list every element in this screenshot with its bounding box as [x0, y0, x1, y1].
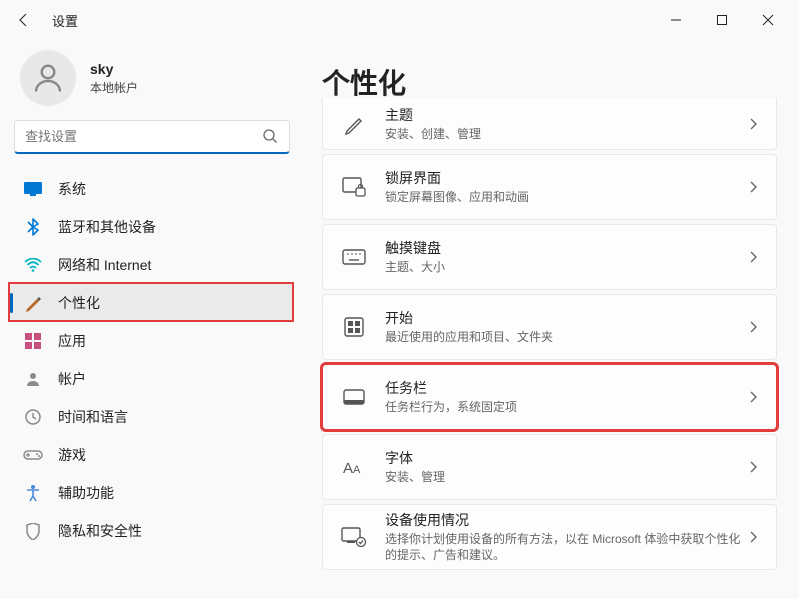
card-description: 锁定屏幕图像、应用和动画 [385, 190, 748, 206]
titlebar: 设置 [0, 0, 799, 40]
settings-card-taskbar[interactable]: 任务栏 任务栏行为，系统固定项 [322, 364, 777, 430]
system-icon [22, 178, 44, 200]
taskbar-icon [341, 384, 367, 410]
account-type: 本地帐户 [90, 79, 138, 96]
privacy-icon [22, 520, 44, 542]
personalize-icon [22, 292, 44, 314]
settings-card-lock[interactable]: 锁屏界面 锁定屏幕图像、应用和动画 [322, 154, 777, 220]
window-title: 设置 [52, 11, 78, 30]
gaming-icon [22, 444, 44, 466]
card-description: 选择你计划使用设备的所有方法，以在 Microsoft 体验中获取个性化的提示、… [385, 532, 748, 563]
sidebar-item-system[interactable]: 系统 [10, 170, 294, 208]
sidebar-item-privacy[interactable]: 隐私和安全性 [10, 512, 294, 550]
sidebar: sky 本地帐户 系统蓝牙和其他设备网络和 Internet 个性化应用帐户时间和… [0, 40, 300, 599]
font-icon: AA [341, 454, 367, 480]
time-icon [22, 406, 44, 428]
chevron-right-icon [748, 180, 758, 194]
card-title: 设备使用情况 [385, 510, 748, 530]
card-description: 最近使用的应用和项目、文件夹 [385, 330, 748, 346]
chevron-right-icon [748, 320, 758, 334]
chevron-right-icon [748, 530, 758, 544]
chevron-right-icon [748, 460, 758, 474]
card-title: 任务栏 [385, 378, 748, 398]
search-icon [262, 128, 278, 144]
close-button[interactable] [745, 4, 791, 36]
bluetooth-icon [22, 216, 44, 238]
account-block[interactable]: sky 本地帐户 [4, 40, 300, 120]
account-name: sky [90, 61, 138, 77]
avatar [20, 50, 76, 106]
sidebar-item-label: 系统 [58, 179, 86, 199]
maximize-button[interactable] [699, 4, 745, 36]
accessibility-icon [22, 482, 44, 504]
chevron-right-icon [748, 117, 758, 131]
usage-icon [341, 524, 367, 550]
card-description: 安装、管理 [385, 470, 748, 486]
search-input[interactable] [14, 120, 290, 154]
back-button[interactable] [8, 4, 40, 36]
start-icon [341, 314, 367, 340]
sidebar-item-label: 时间和语言 [58, 407, 128, 427]
sidebar-item-time[interactable]: 时间和语言 [10, 398, 294, 436]
main-content: 个性化 主题 安装、创建、管理 锁屏界面 锁定屏幕图像、应用和动画 触摸键盘 主… [300, 40, 799, 599]
sidebar-item-label: 应用 [58, 331, 86, 351]
apps-icon [22, 330, 44, 352]
sidebar-item-label: 蓝牙和其他设备 [58, 217, 156, 237]
chevron-right-icon [748, 390, 758, 404]
settings-card-list: 主题 安装、创建、管理 锁屏界面 锁定屏幕图像、应用和动画 触摸键盘 主题、大小… [322, 110, 777, 570]
nav-list: 系统蓝牙和其他设备网络和 Internet 个性化应用帐户时间和语言游戏辅助功能隐… [4, 164, 300, 556]
sidebar-item-label: 隐私和安全性 [58, 521, 142, 541]
network-icon [22, 254, 44, 276]
card-title: 主题 [385, 105, 748, 125]
card-description: 任务栏行为，系统固定项 [385, 400, 748, 416]
settings-card-start[interactable]: 开始 最近使用的应用和项目、文件夹 [322, 294, 777, 360]
sidebar-item-label: 游戏 [58, 445, 86, 465]
sidebar-item-label: 网络和 Internet [58, 255, 151, 275]
settings-card-usage[interactable]: 设备使用情况 选择你计划使用设备的所有方法，以在 Microsoft 体验中获取… [322, 504, 777, 570]
sidebar-item-gaming[interactable]: 游戏 [10, 436, 294, 474]
sidebar-item-apps[interactable]: 应用 [10, 322, 294, 360]
window-controls [653, 4, 791, 36]
sidebar-item-label: 辅助功能 [58, 483, 114, 503]
svg-text:A: A [353, 464, 361, 476]
settings-card-theme[interactable]: 主题 安装、创建、管理 [322, 98, 777, 150]
sidebar-item-label: 帐户 [58, 369, 86, 389]
settings-card-font[interactable]: AA 字体 安装、管理 [322, 434, 777, 500]
minimize-button[interactable] [653, 4, 699, 36]
chevron-right-icon [748, 250, 758, 264]
sidebar-item-network[interactable]: 网络和 Internet [10, 246, 294, 284]
sidebar-item-personalize[interactable]: 个性化 [10, 284, 294, 322]
sidebar-item-accessibility[interactable]: 辅助功能 [10, 474, 294, 512]
svg-text:A: A [343, 460, 353, 476]
card-title: 锁屏界面 [385, 168, 748, 188]
settings-card-keyboard[interactable]: 触摸键盘 主题、大小 [322, 224, 777, 290]
keyboard-icon [341, 244, 367, 270]
lock-icon [341, 174, 367, 200]
card-title: 开始 [385, 308, 748, 328]
card-title: 字体 [385, 448, 748, 468]
card-description: 主题、大小 [385, 260, 748, 276]
sidebar-item-bluetooth[interactable]: 蓝牙和其他设备 [10, 208, 294, 246]
accounts-icon [22, 368, 44, 390]
card-description: 安装、创建、管理 [385, 127, 748, 143]
sidebar-item-accounts[interactable]: 帐户 [10, 360, 294, 398]
sidebar-item-label: 个性化 [58, 293, 100, 313]
theme-icon [341, 111, 367, 137]
card-title: 触摸键盘 [385, 238, 748, 258]
